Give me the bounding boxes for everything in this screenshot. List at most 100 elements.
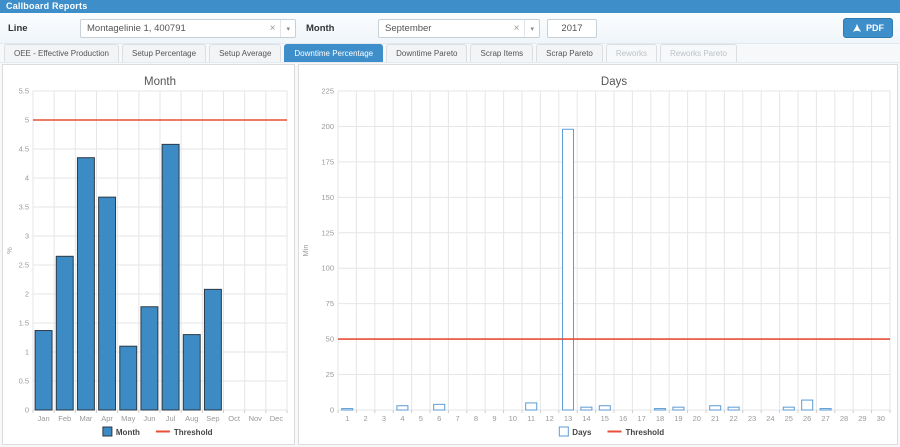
svg-text:7: 7: [456, 414, 460, 423]
svg-text:Days: Days: [601, 76, 627, 88]
svg-text:15: 15: [601, 414, 609, 423]
pdf-export-button[interactable]: PDF: [843, 18, 893, 38]
svg-text:22: 22: [729, 414, 737, 423]
svg-text:Min: Min: [301, 244, 310, 256]
legend-label[interactable]: Threshold: [174, 428, 213, 437]
chevron-down-icon[interactable]: ▾: [525, 25, 539, 33]
svg-text:23: 23: [748, 414, 756, 423]
svg-text:6: 6: [437, 414, 441, 423]
svg-text:200: 200: [321, 122, 334, 131]
svg-text:Nov: Nov: [249, 414, 263, 423]
days-chart-panel: Days 0 25 50 75 100 125 150 175 200 225 1 2 3 4 5 6 7 8 9 10…: [298, 64, 898, 445]
month-label: Month: [306, 23, 335, 34]
svg-text:12: 12: [545, 414, 553, 423]
svg-text:3: 3: [25, 232, 29, 241]
svg-text:30: 30: [877, 414, 885, 423]
svg-text:24: 24: [766, 414, 774, 423]
svg-text:2: 2: [25, 290, 29, 299]
tab-setup-percentage[interactable]: Setup Percentage: [122, 44, 207, 62]
svg-text:Sep: Sep: [206, 414, 219, 423]
svg-text:225: 225: [321, 87, 334, 96]
svg-text:100: 100: [321, 264, 334, 273]
legend-series-swatch: [102, 426, 113, 437]
svg-text:0: 0: [25, 406, 29, 415]
tab-downtime-percentage[interactable]: Downtime Percentage: [284, 44, 384, 62]
svg-text:50: 50: [326, 335, 334, 344]
svg-text:16: 16: [619, 414, 627, 423]
svg-text:5: 5: [25, 116, 29, 125]
svg-text:25: 25: [785, 414, 793, 423]
tab-reworks-pareto: Reworks Pareto: [660, 44, 737, 62]
month-select-value: September: [385, 23, 432, 34]
svg-text:0.5: 0.5: [19, 377, 29, 386]
svg-text:18: 18: [656, 414, 664, 423]
svg-text:175: 175: [321, 157, 334, 166]
tab-reworks: Reworks: [605, 44, 657, 62]
svg-text:Jun: Jun: [143, 414, 155, 423]
svg-text:10: 10: [509, 414, 517, 423]
pdf-button-label: PDF: [866, 23, 884, 33]
tab-downtime-pareto[interactable]: Downtime Pareto: [386, 44, 468, 62]
filter-bar: Line Montagelinie 1, 400791 × ▾ Month Se…: [0, 13, 900, 44]
svg-text:1: 1: [345, 414, 349, 423]
svg-text:11: 11: [527, 414, 535, 423]
tab-scrap-items[interactable]: Scrap Items: [470, 44, 534, 62]
svg-text:Dec: Dec: [270, 414, 284, 423]
svg-text:14: 14: [582, 414, 590, 423]
svg-text:Jan: Jan: [38, 414, 50, 423]
line-label: Line: [8, 23, 28, 34]
svg-text:4.5: 4.5: [19, 145, 29, 154]
svg-text:0: 0: [330, 406, 334, 415]
svg-text:9: 9: [492, 414, 496, 423]
tab-oee-effective-production[interactable]: OEE - Effective Production: [4, 44, 120, 62]
svg-text:75: 75: [326, 299, 334, 308]
svg-text:5.5: 5.5: [19, 87, 29, 96]
callboard-reports-app: Callboard Reports Line Montagelinie 1, 4…: [0, 0, 900, 447]
pdf-icon: [852, 23, 862, 32]
svg-text:Mar: Mar: [79, 414, 92, 423]
month-select[interactable]: September × ▾: [378, 19, 540, 38]
svg-text:8: 8: [474, 414, 478, 423]
line-select[interactable]: Montagelinie 1, 400791 × ▾: [80, 19, 296, 38]
svg-text:Apr: Apr: [101, 414, 113, 423]
report-tabs: OEE - Effective Production Setup Percenta…: [0, 44, 900, 63]
days-chart: Days 0 25 50 75 100 125 150 175 200 225 1 2 3 4 5 6 7 8 9 10…: [299, 65, 897, 444]
legend-series-swatch: [558, 426, 569, 437]
month-chart: Month 0 0.5 1 1.5 2 2.5 3 3.5 4 4.5 5 5.5 Jan Feb Mar Ap…: [3, 65, 294, 444]
svg-text:29: 29: [858, 414, 866, 423]
svg-text:21: 21: [711, 414, 719, 423]
svg-text:20: 20: [693, 414, 701, 423]
svg-text:13: 13: [564, 414, 572, 423]
window-title: Callboard Reports: [0, 0, 900, 13]
legend-threshold-swatch: [607, 430, 622, 433]
svg-text:1: 1: [25, 348, 29, 357]
svg-text:3.5: 3.5: [19, 203, 29, 212]
svg-text:Oct: Oct: [228, 414, 241, 423]
legend-label[interactable]: Month: [116, 428, 140, 437]
svg-text:125: 125: [321, 228, 334, 237]
tab-scrap-pareto[interactable]: Scrap Pareto: [536, 44, 603, 62]
svg-text:2.5: 2.5: [19, 261, 29, 270]
svg-text:26: 26: [803, 414, 811, 423]
year-input[interactable]: [547, 19, 597, 38]
svg-text:19: 19: [674, 414, 682, 423]
svg-text:3: 3: [382, 414, 386, 423]
tab-setup-average[interactable]: Setup Average: [209, 44, 282, 62]
svg-text:Feb: Feb: [58, 414, 71, 423]
svg-text:17: 17: [637, 414, 645, 423]
svg-text:4: 4: [400, 414, 404, 423]
svg-text:May: May: [121, 414, 135, 423]
clear-icon[interactable]: ×: [265, 20, 281, 37]
svg-text:4: 4: [25, 174, 29, 183]
svg-text:Month: Month: [144, 76, 176, 88]
svg-text:Jul: Jul: [166, 414, 176, 423]
clear-icon[interactable]: ×: [509, 20, 525, 37]
svg-text:5: 5: [419, 414, 423, 423]
legend-threshold-swatch: [155, 430, 170, 433]
legend-label[interactable]: Threshold: [626, 428, 665, 437]
svg-text:27: 27: [821, 414, 829, 423]
svg-text:25: 25: [326, 370, 334, 379]
svg-text:Aug: Aug: [185, 414, 198, 423]
chevron-down-icon[interactable]: ▾: [281, 25, 295, 33]
legend-label[interactable]: Days: [572, 428, 592, 437]
